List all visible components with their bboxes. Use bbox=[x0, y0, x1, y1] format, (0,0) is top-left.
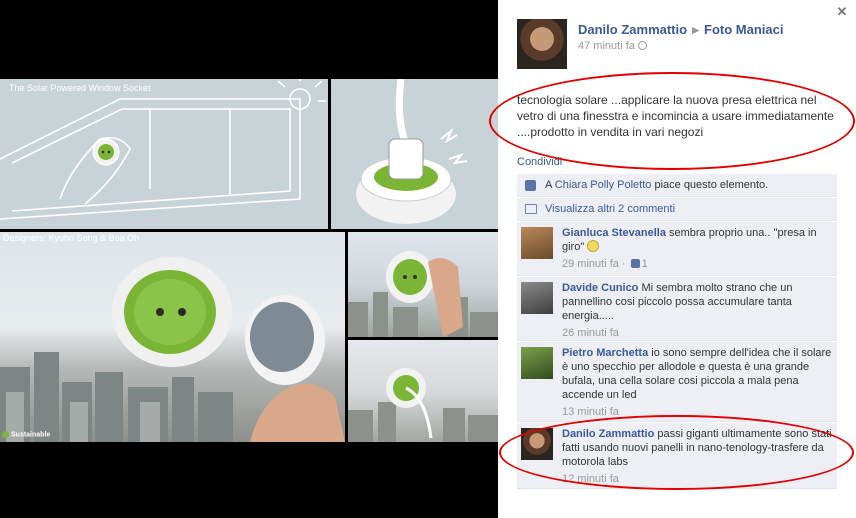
comment-time[interactable]: 26 minuti fa bbox=[562, 327, 619, 339]
small-photo-2 bbox=[348, 368, 498, 442]
view-more-comments[interactable]: Visualizza altri 2 commenti bbox=[517, 198, 837, 221]
photo-area[interactable]: The Solar Powered Window Socket Designer… bbox=[0, 0, 498, 518]
share-link[interactable]: Condividi bbox=[517, 156, 562, 168]
post-timestamp: 47 minuti fa bbox=[578, 40, 647, 52]
post-sidebar: ✕ Danilo Zammattio ▶ Foto Maniaci 47 minut… bbox=[498, 0, 856, 518]
plug-illustration bbox=[356, 79, 468, 224]
commenter-name[interactable]: Pietro Marchetta bbox=[562, 347, 648, 359]
watermark-text: Sustainable bbox=[11, 431, 51, 439]
comment-body: Davide Cunico Mi sembra molto strano che… bbox=[562, 281, 832, 340]
likes-prefix: A bbox=[545, 179, 555, 191]
comment-item: Danilo Zammattio passi giganti ultimamen… bbox=[517, 423, 837, 489]
comment-item: Gianluca Stevanella sembra proprio una..… bbox=[517, 222, 837, 276]
globe-icon bbox=[637, 41, 647, 50]
comment-body: Danilo Zammattio passi giganti ultimamen… bbox=[562, 427, 832, 486]
comment-bubble-icon bbox=[525, 204, 537, 214]
commenter-avatar[interactable] bbox=[521, 428, 553, 460]
hand-holding-socket-photo bbox=[0, 232, 345, 442]
timestamp-link[interactable]: 47 minuti fa bbox=[578, 40, 635, 52]
comment-time[interactable]: 12 minuti fa bbox=[562, 473, 619, 485]
small-photo-1 bbox=[348, 251, 498, 337]
target-page-link[interactable]: Foto Maniaci bbox=[704, 22, 783, 37]
comment-time[interactable]: 13 minuti fa bbox=[562, 406, 619, 418]
socket-on-window-photo bbox=[348, 232, 498, 337]
author-name-link[interactable]: Danilo Zammattio bbox=[578, 22, 687, 37]
comment-meta: 26 minuti fa bbox=[562, 326, 832, 340]
city-socket-photo bbox=[0, 257, 345, 442]
author-avatar[interactable] bbox=[517, 19, 567, 69]
commenter-name[interactable]: Davide Cunico bbox=[562, 282, 638, 294]
commenter-avatar[interactable] bbox=[521, 347, 553, 379]
commenter-avatar[interactable] bbox=[521, 282, 553, 314]
thumbs-up-icon bbox=[525, 180, 536, 191]
photo-caption-designers: Designers: Kyuho Song & Boa Oh bbox=[3, 233, 140, 243]
close-icon[interactable]: ✕ bbox=[835, 5, 849, 19]
smiley-emoticon-icon bbox=[587, 240, 600, 252]
comment-item: Davide Cunico Mi sembra molto strano che… bbox=[517, 277, 837, 341]
post-author-line: Danilo Zammattio ▶ Foto Maniaci bbox=[578, 22, 783, 37]
commenter-avatar[interactable] bbox=[521, 227, 553, 259]
view-more-comments-label[interactable]: Visualizza altri 2 commenti bbox=[545, 203, 675, 215]
comment-body: Gianluca Stevanella sembra proprio una..… bbox=[562, 226, 832, 271]
commenter-name[interactable]: Gianluca Stevanella bbox=[562, 227, 666, 239]
photo-watermark: Sustainable bbox=[2, 431, 50, 438]
arrow-right-icon: ▶ bbox=[692, 25, 699, 35]
window-illustration bbox=[0, 79, 326, 220]
commenter-name[interactable]: Danilo Zammattio bbox=[562, 428, 654, 440]
like-icon bbox=[630, 259, 640, 268]
liker-name-link[interactable]: Chiara Polly Poletto bbox=[555, 179, 652, 191]
post-message: tecnologia solare ...applicare la nuova … bbox=[517, 93, 834, 139]
photo-caption-title: The Solar Powered Window Socket bbox=[9, 83, 151, 93]
watermark-logo-icon bbox=[2, 431, 9, 438]
window-illustration-panel bbox=[0, 79, 328, 229]
likes-summary: A Chiara Polly Poletto piace questo elem… bbox=[517, 174, 837, 197]
comment-body: Pietro Marchetta io sono sempre dell'ide… bbox=[562, 346, 832, 419]
comment-like-count[interactable]: 1 bbox=[642, 258, 648, 270]
comment-meta: 12 minuti fa bbox=[562, 472, 832, 486]
photo-viewer: The Solar Powered Window Socket Designer… bbox=[0, 0, 856, 518]
comment-meta: 13 minuti fa bbox=[562, 405, 832, 419]
plug-in-socket-photo bbox=[348, 340, 498, 442]
plug-illustration-panel bbox=[331, 79, 498, 229]
likes-suffix: piace questo elemento. bbox=[651, 179, 769, 191]
comment-meta: 29 minuti fa · 1 bbox=[562, 258, 648, 270]
comment-time[interactable]: 29 minuti fa bbox=[562, 258, 619, 270]
comment-item: Pietro Marchetta io sono sempre dell'ide… bbox=[517, 342, 837, 422]
